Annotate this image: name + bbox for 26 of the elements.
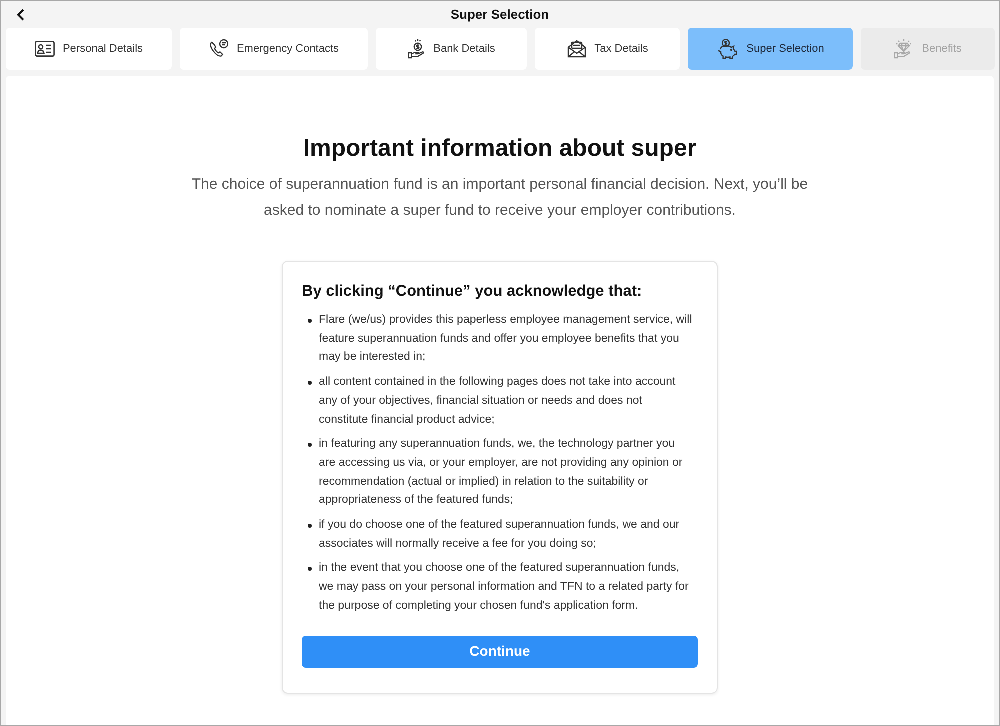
acknowledgement-text: if you do choose one of the featured superannuation funds, we and our associates will normally receive a fee for you doing so; bbox=[319, 518, 681, 552]
step-tab[interactable]: Emergency Contacts bbox=[180, 28, 368, 70]
hand-diamond-icon bbox=[894, 39, 914, 59]
step-tab[interactable]: Super Selection bbox=[688, 28, 853, 70]
acknowledgement-text: in the event that you choose one of the featured superannuation funds, we may pass on your personal information and TFN to a related party for the purpose of completing your chosen fund's application form. bbox=[319, 561, 690, 614]
piggy-bank-icon bbox=[716, 39, 739, 59]
bullet-icon bbox=[308, 442, 312, 447]
page-heading: Important information about super bbox=[303, 134, 697, 164]
bullet-icon bbox=[308, 318, 312, 322]
step-tab[interactable]: Personal Details bbox=[6, 28, 172, 70]
chevron-left-icon bbox=[17, 9, 25, 21]
page-title: Super Selection bbox=[450, 6, 550, 24]
id-card-icon bbox=[34, 41, 55, 57]
acknowledgement-heading: By clicking “Continue” you acknowledge that: bbox=[302, 282, 644, 302]
step-tab[interactable]: Bank Details bbox=[376, 28, 527, 70]
envelope-icon bbox=[566, 39, 587, 59]
hand-coin-icon bbox=[408, 39, 426, 59]
acknowledgement-text: all content contained in the following pages does not take into account any of your objectives, financial situation or needs and does not constitute financial product advice; bbox=[319, 375, 677, 428]
acknowledgement-text: Flare (we/us) provides this paperless employee management service, will feature superannuation funds and offer you employee benefits that you may be interested in; bbox=[319, 313, 693, 366]
bullet-icon bbox=[308, 566, 312, 571]
step-tab[interactable]: Tax Details bbox=[535, 28, 680, 70]
phone-chat-icon bbox=[208, 39, 229, 59]
intro-paragraph: The choice of superannuation fund is an important personal financial decision. Next, you’ll be asked to nominate a super fund to receive your employer contributions. bbox=[190, 175, 810, 221]
bullet-icon bbox=[308, 524, 312, 528]
acknowledgement-text: in featuring any superannuation funds, we, the technology partner you are accessing us via, or your employer, are not providing any opinion or recommendation (actual or implied) in relation to the suitability or appropriateness of the featured funds; bbox=[319, 437, 684, 508]
bullet-icon bbox=[308, 380, 312, 385]
